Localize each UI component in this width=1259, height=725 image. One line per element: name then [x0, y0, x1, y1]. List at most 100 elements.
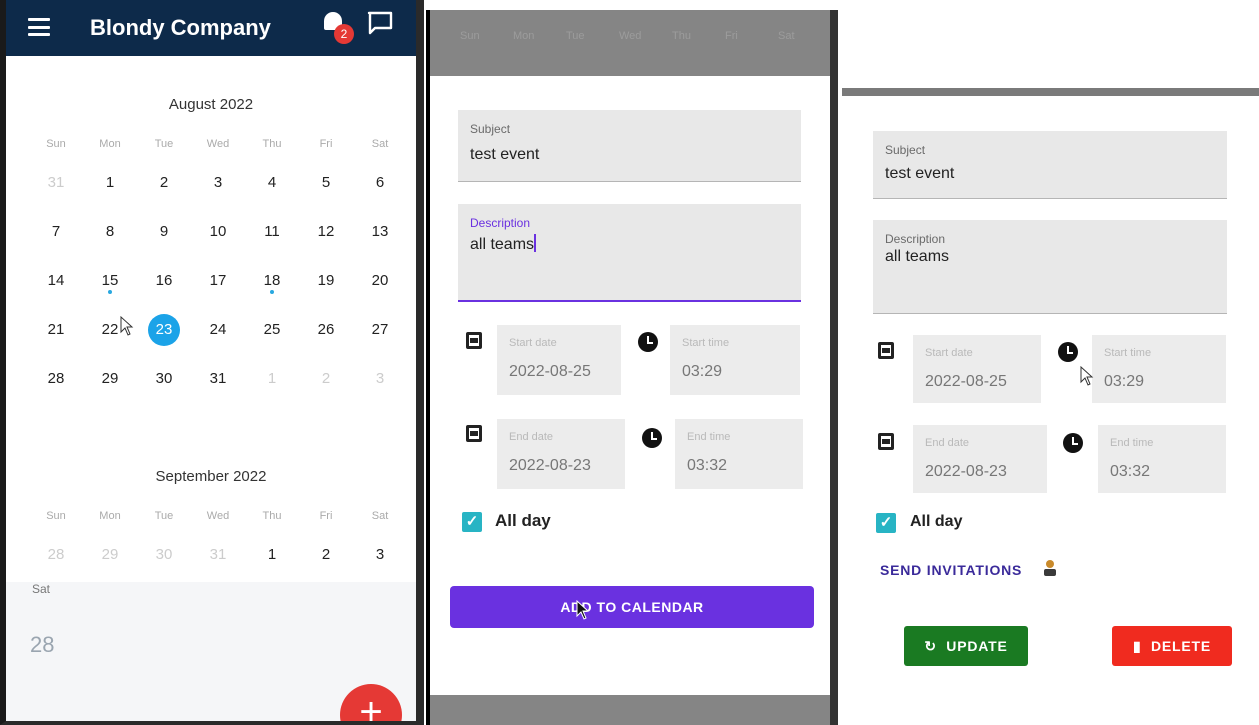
calendar-day[interactable]: 1 — [90, 174, 130, 191]
end-time-value: 03:32 — [687, 457, 728, 474]
notification-bell-icon[interactable]: 2 — [322, 10, 354, 44]
update-button[interactable]: ↻ UPDATE — [904, 626, 1028, 666]
calendar-day[interactable]: 21 — [36, 321, 76, 338]
start-date-label: Start date — [509, 337, 557, 349]
subject-value: test event — [470, 146, 540, 163]
calendar-day[interactable]: 26 — [306, 321, 346, 338]
calendar-day[interactable]: 31 — [198, 370, 238, 387]
calendar-day[interactable]: 9 — [144, 223, 184, 240]
calendar-day[interactable]: 29 — [90, 546, 130, 563]
calendar-day[interactable]: 17 — [198, 272, 238, 289]
calendar-day[interactable]: 23 — [144, 314, 184, 346]
calendar-day[interactable]: 15 — [90, 272, 130, 294]
calendar-day[interactable]: 3 — [360, 546, 400, 563]
calendar-day[interactable]: 31 — [198, 546, 238, 563]
calendar-day[interactable]: 30 — [144, 370, 184, 387]
calendar-icon — [878, 342, 894, 359]
calendar-day[interactable]: 4 — [252, 174, 292, 191]
weekday-header: Tue — [154, 510, 174, 522]
calendar-day[interactable]: 11 — [252, 223, 292, 240]
subject-field[interactable]: Subject test event — [873, 131, 1227, 199]
start-time-field[interactable]: Start time 03:29 — [670, 325, 800, 395]
end-time-field[interactable]: End time 03:32 — [1098, 425, 1226, 493]
add-to-calendar-button[interactable]: ADD TO CALENDAR — [450, 586, 814, 628]
description-field[interactable]: Description all teams — [458, 204, 801, 302]
weekday-header: Thu — [672, 30, 691, 42]
edit-event-screen: Subject test event Description all teams… — [842, 88, 1259, 725]
calendar-day[interactable]: 30 — [144, 546, 184, 563]
notification-badge: 2 — [334, 24, 354, 44]
calendar-icon — [466, 425, 482, 442]
refresh-icon: ↻ — [924, 638, 937, 654]
description-value: all teams — [885, 248, 950, 265]
update-label: UPDATE — [946, 638, 1008, 654]
weekday-header: Fri — [319, 510, 333, 522]
start-date-field[interactable]: Start date 2022-08-25 — [913, 335, 1041, 403]
calendar-day[interactable]: 3 — [360, 370, 400, 387]
calendar-day[interactable]: 29 — [90, 370, 130, 387]
calendar-day[interactable]: 10 — [198, 223, 238, 240]
start-time-label: Start time — [1104, 347, 1152, 359]
calendar-day[interactable]: 28 — [36, 370, 76, 387]
calendar-day[interactable]: 14 — [36, 272, 76, 289]
calendar-day[interactable]: 2 — [306, 370, 346, 387]
calendar-day[interactable]: 19 — [306, 272, 346, 289]
end-date-label: End date — [509, 431, 554, 443]
all-day-checkbox[interactable]: ✓ — [462, 512, 482, 532]
subject-label: Subject — [885, 143, 926, 157]
clock-icon — [1058, 342, 1078, 362]
calendar-day[interactable]: 27 — [360, 321, 400, 338]
all-day-label: All day — [495, 511, 551, 530]
calendar-day[interactable]: 20 — [360, 272, 400, 289]
description-field[interactable]: Description all teams — [873, 220, 1227, 314]
calendar-day[interactable]: 3 — [198, 174, 238, 191]
calendar-day[interactable]: 6 — [360, 174, 400, 191]
calendar-day[interactable]: 1 — [252, 370, 292, 387]
all-day-label: All day — [910, 513, 963, 530]
end-time-field[interactable]: End time 03:32 — [675, 419, 803, 489]
end-date-field[interactable]: End date 2022-08-23 — [497, 419, 625, 489]
calendar-day[interactable]: 13 — [360, 223, 400, 240]
start-date-field[interactable]: Start date 2022-08-25 — [497, 325, 621, 395]
calendar-day[interactable]: 25 — [252, 321, 292, 338]
calendar-day[interactable]: 31 — [36, 174, 76, 191]
all-day-checkbox[interactable]: ✓ — [876, 513, 896, 533]
calendar-day[interactable]: 2 — [306, 546, 346, 563]
menu-icon[interactable] — [28, 18, 50, 36]
calendar-day[interactable]: 5 — [306, 174, 346, 191]
weekday-header: Sat — [371, 138, 389, 150]
end-time-label: End time — [1110, 437, 1154, 449]
event-dot — [270, 290, 274, 294]
text-caret — [534, 234, 537, 252]
calendar-day[interactable]: 7 — [36, 223, 76, 240]
clock-icon — [642, 428, 662, 448]
clock-icon — [1063, 433, 1083, 453]
start-time-value: 03:29 — [1104, 373, 1145, 390]
delete-label: DELETE — [1150, 638, 1211, 654]
event-dot — [108, 290, 112, 294]
chat-icon[interactable] — [366, 10, 394, 36]
subject-field[interactable]: Subject test event — [458, 110, 801, 182]
calendar-day[interactable]: 8 — [90, 223, 130, 240]
description-label: Description — [885, 232, 946, 246]
send-invitations-link[interactable]: SEND INVITATIONS — [880, 562, 1022, 578]
add-event-screen: Sun Mon Tue Wed Thu Fri Sat Subject test event… — [426, 10, 838, 725]
app-title: Blondy Company — [90, 15, 271, 40]
calendar-day[interactable]: 18 — [252, 272, 292, 294]
calendar-day[interactable]: 1 — [252, 546, 292, 563]
calendar-day[interactable]: 16 — [144, 272, 184, 289]
end-time-value: 03:32 — [1110, 463, 1151, 480]
calendar-day[interactable]: 24 — [198, 321, 238, 338]
weekday-header: Sat — [778, 30, 795, 42]
start-time-field[interactable]: Start time 03:29 — [1092, 335, 1226, 403]
delete-button[interactable]: ▮ DELETE — [1112, 626, 1232, 666]
calendar-day[interactable]: 2 — [144, 174, 184, 191]
end-date-field[interactable]: End date 2022-08-23 — [913, 425, 1047, 493]
person-icon — [1044, 560, 1056, 576]
mouse-cursor-icon — [120, 316, 134, 336]
calendar-day[interactable]: 12 — [306, 223, 346, 240]
calendar-day[interactable]: 28 — [36, 546, 76, 563]
dimmed-footer — [430, 695, 830, 725]
month-title-september: September 2022 — [155, 468, 267, 485]
weekday-header: Thu — [262, 510, 282, 522]
